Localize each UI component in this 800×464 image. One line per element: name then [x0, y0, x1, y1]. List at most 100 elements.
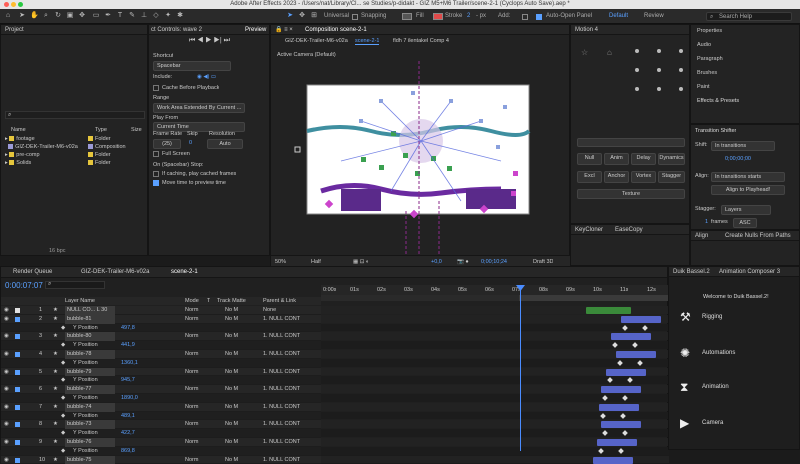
- layer-row[interactable]: ◉ 3 ★ bubble-80 Norm No M 1. NULL CONT: [1, 332, 321, 342]
- lock-icon[interactable]: 🔒 ≡ ×: [275, 27, 293, 33]
- puppet-tool-icon[interactable]: ✱: [176, 12, 184, 20]
- align-dropdown[interactable]: In transitions starts: [711, 172, 785, 182]
- label-color-swatch[interactable]: [15, 457, 20, 463]
- visibility-icon[interactable]: ◉: [4, 456, 9, 464]
- paragraph-panel[interactable]: Paragraph: [697, 55, 723, 63]
- grid-icon[interactable]: ▦ ⊡ ◐: [353, 258, 369, 266]
- layer-duration-bar[interactable]: [621, 315, 661, 323]
- clone-stamp-tool-icon[interactable]: ⊥: [140, 12, 148, 20]
- layer-row[interactable]: ◉ 7 ★ bubble-74 Norm No M 1. NULL CONT: [1, 402, 321, 412]
- eraser-tool-icon[interactable]: ◇: [152, 12, 160, 20]
- keyframe[interactable]: [627, 377, 633, 384]
- layer-name[interactable]: NULL CO... L 30: [65, 306, 115, 315]
- layer-name[interactable]: bubble-76: [65, 438, 115, 447]
- keyframe[interactable]: [622, 430, 628, 437]
- duik-camera-button[interactable]: ▶ Camera: [668, 408, 800, 444]
- label-color-swatch[interactable]: [15, 387, 20, 393]
- parent-dropdown[interactable]: 1. NULL CONT: [263, 350, 319, 359]
- property-row[interactable]: ◆ Y Position 489,1: [1, 411, 321, 421]
- tab-align[interactable]: Align: [695, 233, 708, 239]
- track-matte-dropdown[interactable]: No M: [225, 368, 238, 377]
- properties-panel[interactable]: Properties: [697, 27, 722, 35]
- parent-dropdown[interactable]: 1. NULL CONT: [263, 403, 319, 412]
- full-screen-checkbox[interactable]: [153, 151, 159, 157]
- layer-row[interactable]: ◉ 6 ★ bubble-77 Norm No M 1. NULL CONT: [1, 385, 321, 394]
- track-matte-dropdown[interactable]: No M: [225, 315, 238, 324]
- property-value[interactable]: 869,8: [121, 447, 135, 456]
- home-icon[interactable]: ⌂: [4, 12, 12, 20]
- keyframe[interactable]: [632, 342, 638, 349]
- label-color-swatch[interactable]: [15, 334, 20, 340]
- parent-dropdown[interactable]: 1. NULL CONT: [263, 456, 319, 464]
- label-color-swatch[interactable]: [15, 440, 20, 445]
- label-color-swatch[interactable]: [15, 404, 20, 410]
- layer-duration-bar[interactable]: [611, 333, 651, 341]
- column-track-matte[interactable]: Track Matte: [217, 297, 246, 305]
- composition-tab[interactable]: Composition scene-2-1: [305, 25, 367, 35]
- roto-brush-tool-icon[interactable]: ✦: [164, 12, 172, 20]
- motion-slider[interactable]: [577, 138, 685, 147]
- mode-dropdown[interactable]: Norm: [185, 456, 198, 464]
- null-button[interactable]: Null: [577, 153, 602, 165]
- label-color-swatch[interactable]: [15, 422, 20, 428]
- minimize-window-button[interactable]: [11, 2, 16, 7]
- visibility-icon[interactable]: ◉: [4, 350, 9, 359]
- parent-dropdown[interactable]: 1. NULL CONT: [263, 420, 319, 429]
- keyframe-nav-icon[interactable]: ◆: [61, 376, 65, 385]
- shift-dropdown[interactable]: In transitions: [711, 141, 775, 151]
- layer-name[interactable]: bubble-77: [65, 385, 115, 394]
- mode-dropdown[interactable]: Norm: [185, 385, 198, 394]
- workspace-review[interactable]: Review: [644, 12, 664, 21]
- tab-keycloner[interactable]: KeyCloner: [575, 227, 603, 233]
- motion-panel-title[interactable]: Motion 4: [571, 25, 689, 35]
- layer-row[interactable]: ◉ 2 ★ bubble-81 Norm No M 1. NULL CONT: [1, 314, 321, 324]
- parent-dropdown[interactable]: 1. NULL CONT: [263, 438, 319, 447]
- close-window-button[interactable]: [4, 2, 9, 7]
- order-dropdown[interactable]: ASC: [733, 218, 757, 228]
- breadcrumb-2[interactable]: fldh 7 ilentakel Comp 4: [393, 37, 449, 45]
- universal-label[interactable]: Universal: [324, 12, 349, 21]
- layer-name[interactable]: bubble-80: [65, 332, 115, 342]
- layer-name[interactable]: bubble-78: [65, 350, 115, 359]
- layer-name[interactable]: bubble-75: [65, 455, 115, 464]
- property-value[interactable]: 945,7: [121, 376, 135, 385]
- column-name[interactable]: Name: [11, 126, 26, 134]
- track-matte-dropdown[interactable]: No M: [225, 403, 238, 412]
- layer-duration-bar[interactable]: [616, 351, 656, 358]
- property-row[interactable]: ◆ Y Position 422,7: [1, 429, 321, 438]
- axis-icon[interactable]: ✥: [298, 12, 306, 20]
- track-matte-dropdown[interactable]: No M: [225, 438, 238, 447]
- keyframe[interactable]: [602, 395, 608, 401]
- keyframe[interactable]: [618, 447, 624, 454]
- pan-behind-tool-icon[interactable]: ✥: [78, 12, 86, 20]
- project-item[interactable]: ▸ footage Folder: [5, 135, 145, 143]
- vortex-button[interactable]: Vortex: [631, 171, 656, 183]
- mode-dropdown[interactable]: Norm: [185, 420, 198, 429]
- resolution-dropdown[interactable]: Auto: [207, 139, 243, 149]
- include-video-audio-icons[interactable]: ◉ ◀) ▭: [197, 73, 216, 81]
- cursor-icon[interactable]: ➤: [286, 12, 294, 20]
- mode-dropdown[interactable]: Norm: [185, 438, 198, 447]
- layer-row[interactable]: ◉ 1 ★ NULL CO... L 30 Norm No M None: [1, 306, 321, 315]
- current-time-display[interactable]: 0:00:07:07: [5, 281, 43, 291]
- frame-rate-dropdown[interactable]: (25): [153, 139, 181, 149]
- keyframe[interactable]: [622, 395, 628, 401]
- keyframe[interactable]: [602, 430, 608, 437]
- property-value[interactable]: 441,9: [121, 341, 135, 350]
- layer-row[interactable]: ◉ 9 ★ bubble-76 Norm No M 1. NULL CONT: [1, 438, 321, 447]
- property-row[interactable]: ◆ Y Position 869,8: [1, 446, 321, 456]
- keyframe[interactable]: [617, 359, 623, 366]
- keyframe-nav-icon[interactable]: ◆: [61, 412, 65, 421]
- layer-duration-bar[interactable]: [601, 386, 641, 394]
- keyframe[interactable]: [607, 377, 613, 384]
- track-matte-dropdown[interactable]: No M: [225, 420, 238, 429]
- mode-dropdown[interactable]: Norm: [185, 403, 198, 412]
- keyframe[interactable]: [637, 359, 643, 366]
- zoom-window-button[interactable]: [18, 2, 23, 7]
- layer-search-input[interactable]: ⌕: [45, 281, 105, 289]
- keyframe-nav-icon[interactable]: ◆: [61, 394, 65, 403]
- property-value[interactable]: 1890,0: [121, 394, 138, 403]
- tab-giz-dek[interactable]: GIZ-DEK-Trailer-M6-v02a: [81, 267, 149, 277]
- keyframe-nav-icon[interactable]: ◆: [61, 447, 65, 456]
- visibility-icon[interactable]: ◉: [4, 385, 9, 394]
